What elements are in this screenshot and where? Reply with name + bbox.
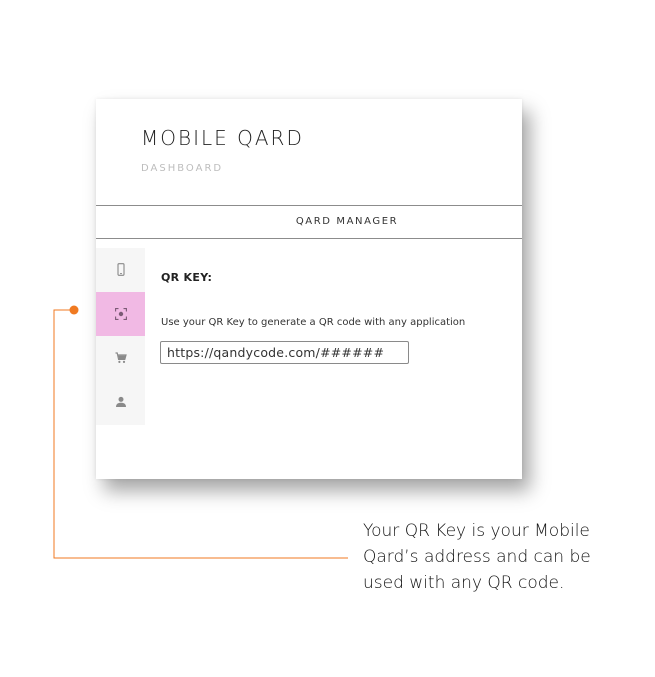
sidebar-item-mobile[interactable] xyxy=(96,248,145,292)
mobile-phone-icon xyxy=(116,263,125,276)
manager-title: QARD MANAGER xyxy=(295,216,399,227)
sidebar xyxy=(96,248,145,425)
qr-key-description: Use your QR Key to generate a QR code wi… xyxy=(161,317,466,328)
sidebar-item-cart[interactable] xyxy=(96,336,145,380)
callout-text: Your QR Key is your Mobile Qard’s addres… xyxy=(363,521,591,593)
sidebar-item-qr-key[interactable] xyxy=(96,292,145,336)
sidebar-item-profile[interactable] xyxy=(96,380,145,424)
app-subtitle: DASHBOARD xyxy=(141,163,224,174)
person-icon xyxy=(115,396,126,407)
callout-dot xyxy=(69,305,79,315)
qr-key-heading: QR KEY: xyxy=(161,271,213,284)
app-title: MOBILE QARD xyxy=(141,126,304,150)
qr-key-input[interactable] xyxy=(160,341,409,364)
shopping-cart-icon xyxy=(115,352,127,363)
dashboard-card: MOBILE QARD DASHBOARD QARD MANAGER QR KE… xyxy=(96,99,522,479)
qr-scan-icon xyxy=(114,308,127,320)
manager-bar: QARD MANAGER xyxy=(96,205,522,239)
